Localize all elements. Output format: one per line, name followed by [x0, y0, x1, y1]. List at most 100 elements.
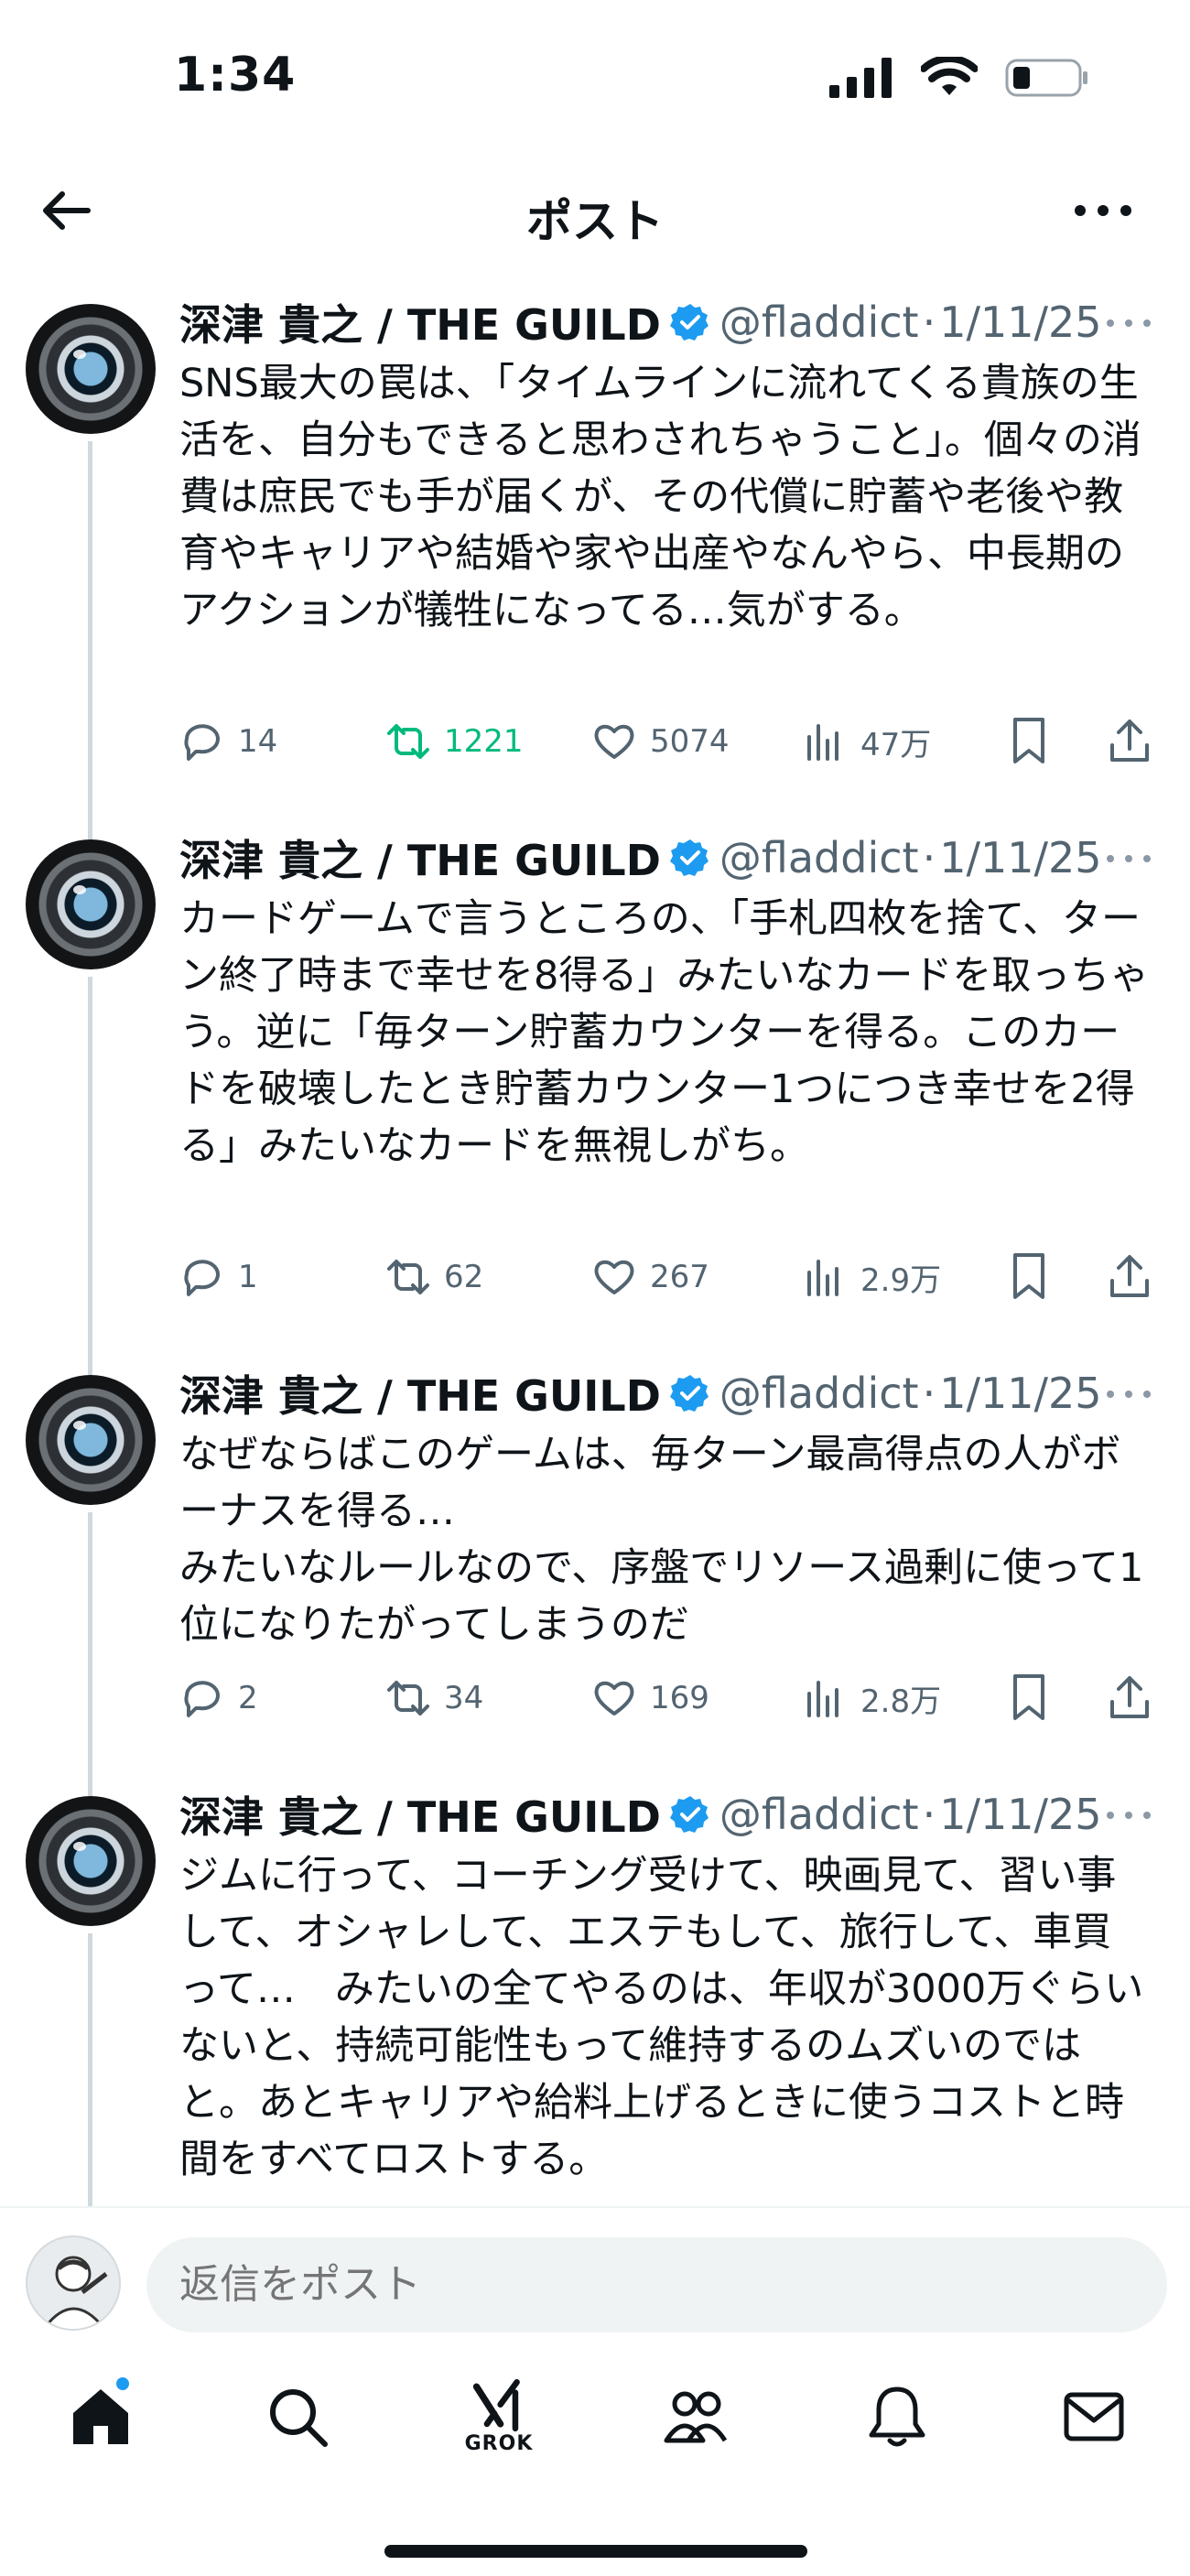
date-separator: ·: [922, 1369, 936, 1418]
repost-button[interactable]: 62: [385, 1250, 483, 1304]
post-date[interactable]: 1/11/25: [939, 1790, 1101, 1839]
thread-connector-line: [88, 977, 92, 1346]
like-button[interactable]: 5074: [591, 714, 730, 769]
repost-count: 62: [444, 1259, 484, 1295]
author-handle[interactable]: @fladdict: [719, 1790, 919, 1839]
post-more-icon[interactable]: [1104, 1809, 1153, 1822]
header: ポスト: [0, 156, 1190, 265]
author-name[interactable]: 深津 貴之 / THE GUILD: [179, 1784, 661, 1845]
views-chart-icon: [807, 1260, 838, 1296]
tweet-text: カードゲームで言うところの、「手札四枚を捨て、ターン終了時まで幸せを8得る」みた…: [179, 896, 1150, 1169]
date-separator: ·: [922, 298, 936, 347]
repost-button[interactable]: 34: [385, 1671, 483, 1726]
repost-count: 1221: [444, 723, 524, 760]
repost-button[interactable]: 1221: [385, 714, 524, 769]
bookmark-icon[interactable]: [1005, 1672, 1053, 1722]
author-handle[interactable]: @fladdict: [719, 833, 919, 882]
reply-icon: [184, 1681, 220, 1717]
nav-grok[interactable]: GROK: [444, 2362, 554, 2472]
communities-icon: [664, 2391, 728, 2443]
status-icons: [829, 57, 1089, 99]
like-count: 267: [650, 1259, 709, 1295]
like-button[interactable]: 267: [591, 1250, 709, 1304]
nav-communities[interactable]: [641, 2362, 751, 2472]
author-name[interactable]: 深津 貴之 / THE GUILD: [179, 828, 661, 888]
avatar[interactable]: [26, 1375, 156, 1505]
reply-button[interactable]: 2: [179, 1671, 258, 1726]
post-date[interactable]: 1/11/25: [939, 298, 1101, 347]
share-icon[interactable]: [1106, 1251, 1153, 1301]
view-count: 2.9万: [860, 1261, 942, 1299]
post-more-icon[interactable]: [1104, 1388, 1153, 1401]
author-handle[interactable]: @fladdict: [719, 1369, 919, 1418]
more-options-icon[interactable]: [1071, 192, 1135, 229]
tweet-header: 深津 貴之 / THE GUILD @fladdict · 1/11/25: [179, 1787, 1102, 1842]
heart-icon: [594, 1260, 634, 1294]
thread: 深津 貴之 / THE GUILD @fladdict · 1/11/25 SN…: [0, 275, 1190, 2206]
tweet[interactable]: 深津 貴之 / THE GUILD @fladdict · 1/11/25 SN…: [0, 275, 1190, 810]
bookmark-icon[interactable]: [1005, 1251, 1053, 1301]
reply-button[interactable]: 1: [179, 1250, 258, 1304]
reply-input[interactable]: [146, 2237, 1167, 2332]
current-user-avatar[interactable]: [26, 2235, 121, 2331]
share-icon[interactable]: [1106, 1672, 1153, 1722]
user-portrait-icon: [42, 2256, 108, 2329]
mail-icon: [1064, 2392, 1124, 2441]
nav-messages[interactable]: [1039, 2362, 1149, 2472]
post-more-icon[interactable]: [1104, 852, 1153, 865]
verified-badge-icon: [669, 1375, 709, 1412]
reply-count: 1: [238, 1259, 258, 1295]
repost-icon: [387, 1260, 429, 1294]
status-bar: 1:34: [0, 0, 1190, 156]
avatar[interactable]: [26, 839, 156, 969]
view-count: 47万: [860, 726, 932, 763]
avatar[interactable]: [26, 1796, 156, 1926]
post-date[interactable]: 1/11/25: [939, 833, 1101, 882]
repost-count: 34: [444, 1680, 484, 1716]
tweet[interactable]: 深津 貴之 / THE GUILD @fladdict · 1/11/25 なぜ…: [0, 1346, 1190, 1767]
verified-badge-icon: [669, 839, 709, 876]
like-count: 169: [650, 1680, 709, 1716]
tweet[interactable]: 深津 貴之 / THE GUILD @fladdict · 1/11/25 ジム…: [0, 1767, 1190, 2206]
battery-icon: [1005, 59, 1087, 97]
views-button[interactable]: 2.9万: [802, 1250, 941, 1304]
views-button[interactable]: 47万: [802, 714, 931, 769]
thread-connector-line: [88, 1512, 92, 1767]
thread-connector-line: [88, 1933, 92, 2206]
nav-search[interactable]: [243, 2362, 352, 2472]
author-name[interactable]: 深津 貴之 / THE GUILD: [179, 292, 661, 352]
tweet-text: SNS最大の罠は、「タイムラインに流れてくる貴族の生活を、自分もできると思わされ…: [179, 361, 1141, 633]
thread-connector-line: [88, 1767, 92, 1796]
repost-icon: [387, 1681, 429, 1716]
tweet[interactable]: 深津 貴之 / THE GUILD @fladdict · 1/11/25 カー…: [0, 810, 1190, 1346]
bookmark-icon[interactable]: [1005, 716, 1053, 765]
tweet-text: なぜならばこのゲームは、毎ターン最高得点の人がボーナスを得る… みたいなルールな…: [179, 1432, 1144, 1648]
like-button[interactable]: 169: [591, 1671, 709, 1726]
views-button[interactable]: 2.8万: [802, 1671, 941, 1726]
thread-connector-line: [88, 1346, 92, 1375]
view-count: 2.8万: [860, 1683, 942, 1720]
author-handle[interactable]: @fladdict: [719, 298, 919, 347]
tweet-header: 深津 貴之 / THE GUILD @fladdict · 1/11/25: [179, 830, 1102, 885]
grok-icon: [472, 2378, 520, 2431]
share-icon[interactable]: [1106, 716, 1153, 765]
heart-icon: [594, 1681, 634, 1716]
tweet-header: 深津 貴之 / THE GUILD @fladdict · 1/11/25: [179, 1366, 1102, 1421]
thread-connector-line: [88, 441, 92, 810]
bottom-nav: GROK: [0, 2362, 1190, 2481]
action-bar: 2 34 169 2.8万: [179, 1671, 1168, 1726]
verified-badge-icon: [669, 304, 709, 341]
wifi-icon: [921, 57, 978, 95]
nav-home[interactable]: [46, 2362, 156, 2472]
nav-notifications[interactable]: [842, 2362, 952, 2472]
views-chart-icon: [807, 1681, 838, 1717]
post-more-icon[interactable]: [1104, 317, 1153, 330]
avatar[interactable]: [26, 304, 156, 434]
search-icon: [270, 2389, 328, 2447]
tweet-header: 深津 貴之 / THE GUILD @fladdict · 1/11/25: [179, 295, 1102, 350]
post-date[interactable]: 1/11/25: [939, 1369, 1101, 1418]
author-name[interactable]: 深津 貴之 / THE GUILD: [179, 1363, 661, 1423]
reply-button[interactable]: 14: [179, 714, 277, 769]
repost-icon: [387, 724, 429, 759]
page-title: ポスト: [526, 195, 664, 248]
